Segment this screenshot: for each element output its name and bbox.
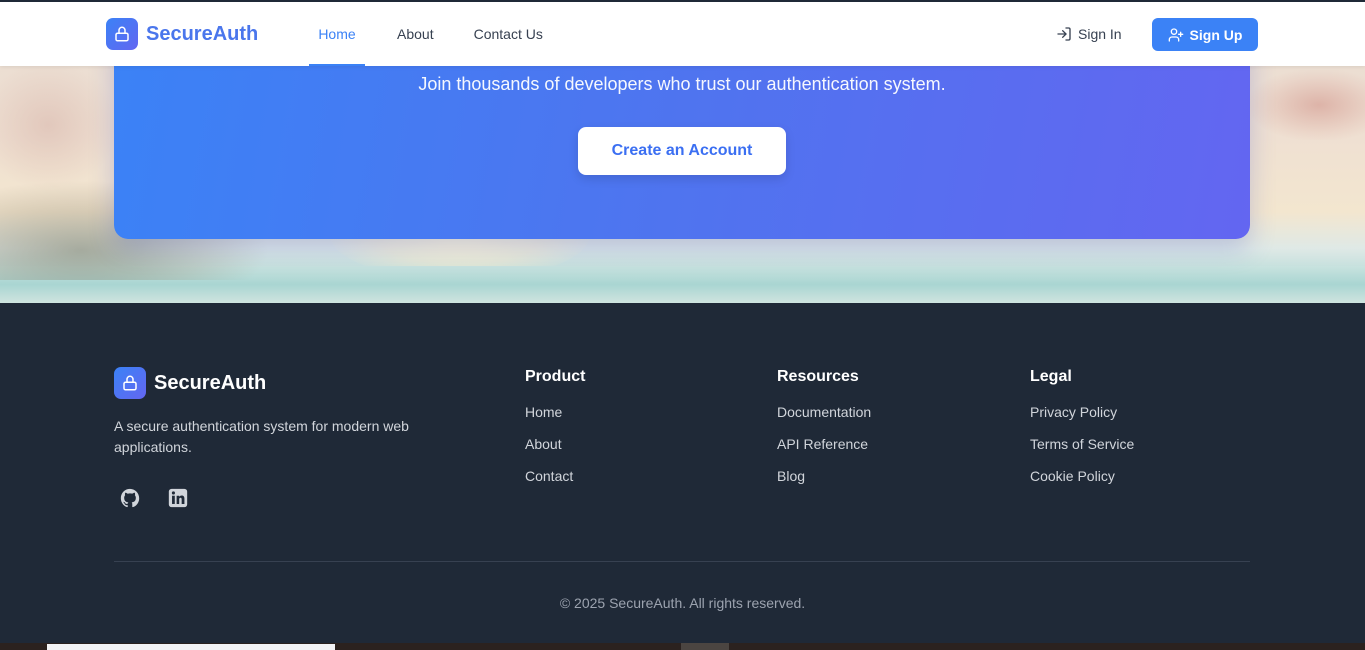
lock-icon (106, 18, 138, 50)
site-footer: SecureAuth A secure authentication syste… (0, 303, 1365, 643)
linkedin-icon[interactable] (166, 486, 190, 510)
footer-column-product: Product Home About Contact (525, 368, 585, 499)
footer-brand[interactable]: SecureAuth (114, 367, 266, 399)
footer-link-contact[interactable]: Contact (525, 467, 585, 499)
user-plus-icon (1168, 27, 1183, 42)
window-top-border (0, 0, 1365, 2)
nav-about[interactable]: About (389, 2, 442, 66)
taskbar-window-thumbnail[interactable] (47, 644, 335, 650)
sign-up-button[interactable]: Sign Up (1152, 18, 1258, 51)
brand-logo-link[interactable]: SecureAuth (106, 18, 258, 50)
footer-link-terms-of-service[interactable]: Terms of Service (1030, 435, 1134, 467)
footer-link-cookie-policy[interactable]: Cookie Policy (1030, 467, 1134, 499)
footer-description: A secure authentication system for moder… (114, 418, 409, 455)
sign-in-label: Sign In (1078, 26, 1122, 42)
sign-in-button[interactable]: Sign In (1056, 18, 1122, 50)
footer-column-resources: Resources Documentation API Reference Bl… (777, 368, 871, 499)
main-nav: Home About Contact Us (309, 2, 551, 66)
sign-up-label: Sign Up (1189, 26, 1243, 43)
footer-column-title: Legal (1030, 368, 1072, 385)
bottom-taskbar-strip (0, 643, 1365, 650)
nav-home[interactable]: Home (309, 2, 365, 66)
footer-column-title: Product (525, 368, 586, 385)
nav-contact-us[interactable]: Contact Us (466, 2, 551, 66)
copyright-text: © 2025 SecureAuth. All rights reserved. (559, 595, 806, 611)
lock-icon (114, 367, 146, 399)
footer-link-api-reference[interactable]: API Reference (777, 435, 871, 467)
footer-link-blog[interactable]: Blog (777, 467, 871, 499)
sign-in-icon (1057, 27, 1071, 41)
cta-subtitle: Join thousands of developers who trust o… (418, 74, 946, 94)
background-cloud-right (1250, 70, 1365, 140)
footer-link-documentation[interactable]: Documentation (777, 403, 871, 435)
brand-name: SecureAuth (146, 22, 259, 45)
top-navbar: SecureAuth Home About Contact Us Sign In… (0, 2, 1365, 66)
footer-divider (114, 561, 1250, 562)
footer-brand-name: SecureAuth (154, 371, 267, 394)
footer-column-title: Resources (777, 368, 859, 385)
footer-column-legal: Legal Privacy Policy Terms of Service Co… (1030, 368, 1134, 499)
footer-link-home[interactable]: Home (525, 403, 585, 435)
taskbar-item[interactable] (681, 643, 729, 650)
footer-link-about[interactable]: About (525, 435, 585, 467)
create-account-button[interactable]: Create an Account (578, 127, 786, 175)
github-icon[interactable] (118, 486, 142, 510)
background-cloud (0, 60, 120, 190)
footer-link-privacy-policy[interactable]: Privacy Policy (1030, 403, 1134, 435)
social-links (118, 486, 190, 510)
